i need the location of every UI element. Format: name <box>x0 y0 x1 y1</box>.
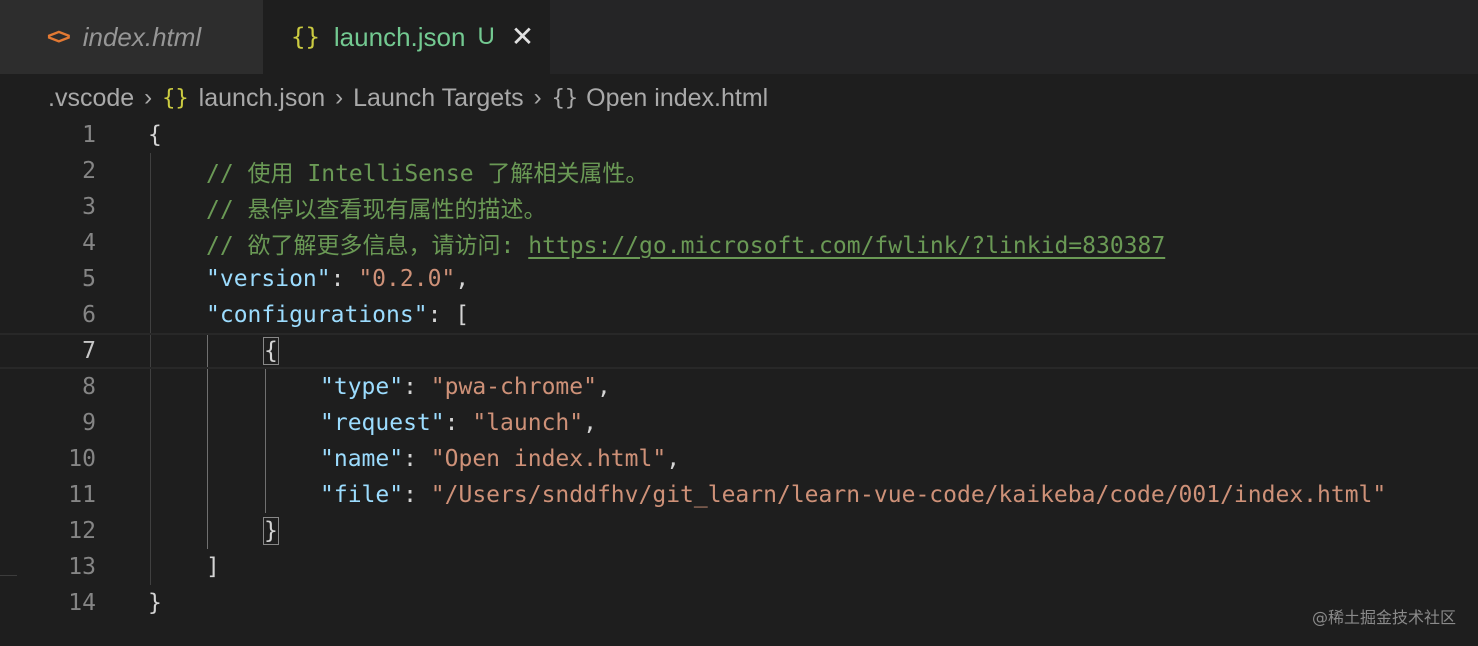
line-number: 6 <box>82 302 96 328</box>
line-number: 13 <box>68 554 96 580</box>
tab-label: launch.json <box>333 21 466 52</box>
line-number: 10 <box>68 446 96 472</box>
breadcrumb-section[interactable]: Launch Targets <box>353 84 524 113</box>
code-line-current: 7 { <box>0 333 1478 369</box>
json-key: "file" <box>320 482 404 508</box>
type-entry: "type": "pwa-chrome", <box>320 374 611 400</box>
close-bracket: ] <box>206 554 220 580</box>
close-brace: } <box>148 590 162 616</box>
request-entry: "request": "launch", <box>320 410 597 436</box>
tab-bar-gutter <box>0 0 17 74</box>
code-line: 4 // 欲了解更多信息，请访问: https://go.microsoft.c… <box>0 225 1478 261</box>
line-number: 8 <box>82 374 96 400</box>
code-editor[interactable]: 1 { 2 // 使用 IntelliSense 了解相关属性。 3 // 悬停… <box>0 117 1478 646</box>
line-number: 2 <box>82 158 96 184</box>
comment-with-link: // 欲了解更多信息，请访问: https://go.microsoft.com… <box>206 226 1165 260</box>
code-line: 13 ] <box>0 549 1478 585</box>
breadcrumb-file[interactable]: launch.json <box>199 84 325 113</box>
docs-link[interactable]: https://go.microsoft.com/fwlink/?linkid=… <box>528 233 1165 259</box>
json-key: "type" <box>320 374 404 400</box>
line-number: 11 <box>68 482 96 508</box>
line-number: 14 <box>68 590 96 616</box>
tab-launch-json[interactable]: {} launch.json U ✕ <box>263 0 550 74</box>
close-icon[interactable]: ✕ <box>511 23 534 51</box>
json-string: "/Users/snddfhv/git_learn/learn-vue-code… <box>430 482 1387 508</box>
json-braces-icon: {} <box>162 85 189 111</box>
chevron-right-icon: › <box>335 84 344 111</box>
line-number: 7 <box>82 338 96 364</box>
json-string: "Open index.html" <box>430 446 667 472</box>
json-braces-icon: {} <box>291 23 320 51</box>
line-number: 4 <box>82 230 96 256</box>
code-line: 14 } <box>0 585 1478 621</box>
tab-index-html[interactable]: <> index.html <box>17 0 263 74</box>
code-line: 11 "file": "/Users/snddfhv/git_learn/lea… <box>0 477 1478 513</box>
code-line: 2 // 使用 IntelliSense 了解相关属性。 <box>0 153 1478 189</box>
code-line: 10 "name": "Open index.html", <box>0 441 1478 477</box>
json-key: "version" <box>206 266 331 292</box>
json-string: "pwa-chrome" <box>430 374 597 400</box>
breadcrumb-folder[interactable]: .vscode <box>48 84 134 113</box>
tab-label: index.html <box>82 21 202 52</box>
open-brace: { <box>263 337 279 365</box>
version-entry: "version": "0.2.0", <box>206 266 470 292</box>
chevron-right-icon: › <box>144 84 153 111</box>
html-code-icon: <> <box>47 24 71 49</box>
code-line: 9 "request": "launch", <box>0 405 1478 441</box>
configurations-entry: "configurations": [ <box>206 302 470 328</box>
json-string: "0.2.0" <box>358 266 456 292</box>
line-number: 9 <box>82 410 96 436</box>
chevron-right-icon: › <box>533 84 542 111</box>
comment: // 使用 IntelliSense 了解相关属性。 <box>206 161 649 187</box>
code-line: 5 "version": "0.2.0", <box>0 261 1478 297</box>
code-line: 12 } <box>0 513 1478 549</box>
json-string: "launch" <box>472 410 584 436</box>
name-entry: "name": "Open index.html", <box>320 446 681 472</box>
close-brace: } <box>263 517 279 545</box>
code-line: 6 "configurations": [ <box>0 297 1478 333</box>
bracket-match-highlight: } <box>263 517 279 545</box>
editor-tab-bar: <> index.html {} launch.json U ✕ <box>0 0 1478 74</box>
open-brace: { <box>148 122 162 148</box>
code-line: 8 "type": "pwa-chrome", <box>0 369 1478 405</box>
json-key: "configurations" <box>206 302 428 328</box>
code-line: 3 // 悬停以查看现有属性的描述。 <box>0 189 1478 225</box>
breadcrumb-item[interactable]: Open index.html <box>586 84 768 113</box>
comment: // 悬停以查看现有属性的描述。 <box>206 197 547 223</box>
object-braces-icon: {} <box>551 85 579 111</box>
scroll-marker <box>0 575 17 576</box>
watermark: @稀土掘金技术社区 <box>1311 608 1456 627</box>
json-key: "request" <box>320 410 445 436</box>
line-number: 3 <box>82 194 96 220</box>
line-number: 5 <box>82 266 96 292</box>
line-number: 12 <box>68 518 96 544</box>
untracked-badge: U <box>477 23 495 50</box>
comment: // 欲了解更多信息，请访问: <box>206 233 529 259</box>
bracket-match-highlight: { <box>263 337 279 365</box>
line-number: 1 <box>82 122 96 148</box>
code-line: 1 { <box>0 117 1478 153</box>
json-key: "name" <box>320 446 404 472</box>
breadcrumb: .vscode › {} launch.json › Launch Target… <box>48 80 768 116</box>
file-entry: "file": "/Users/snddfhv/git_learn/learn-… <box>320 482 1387 508</box>
